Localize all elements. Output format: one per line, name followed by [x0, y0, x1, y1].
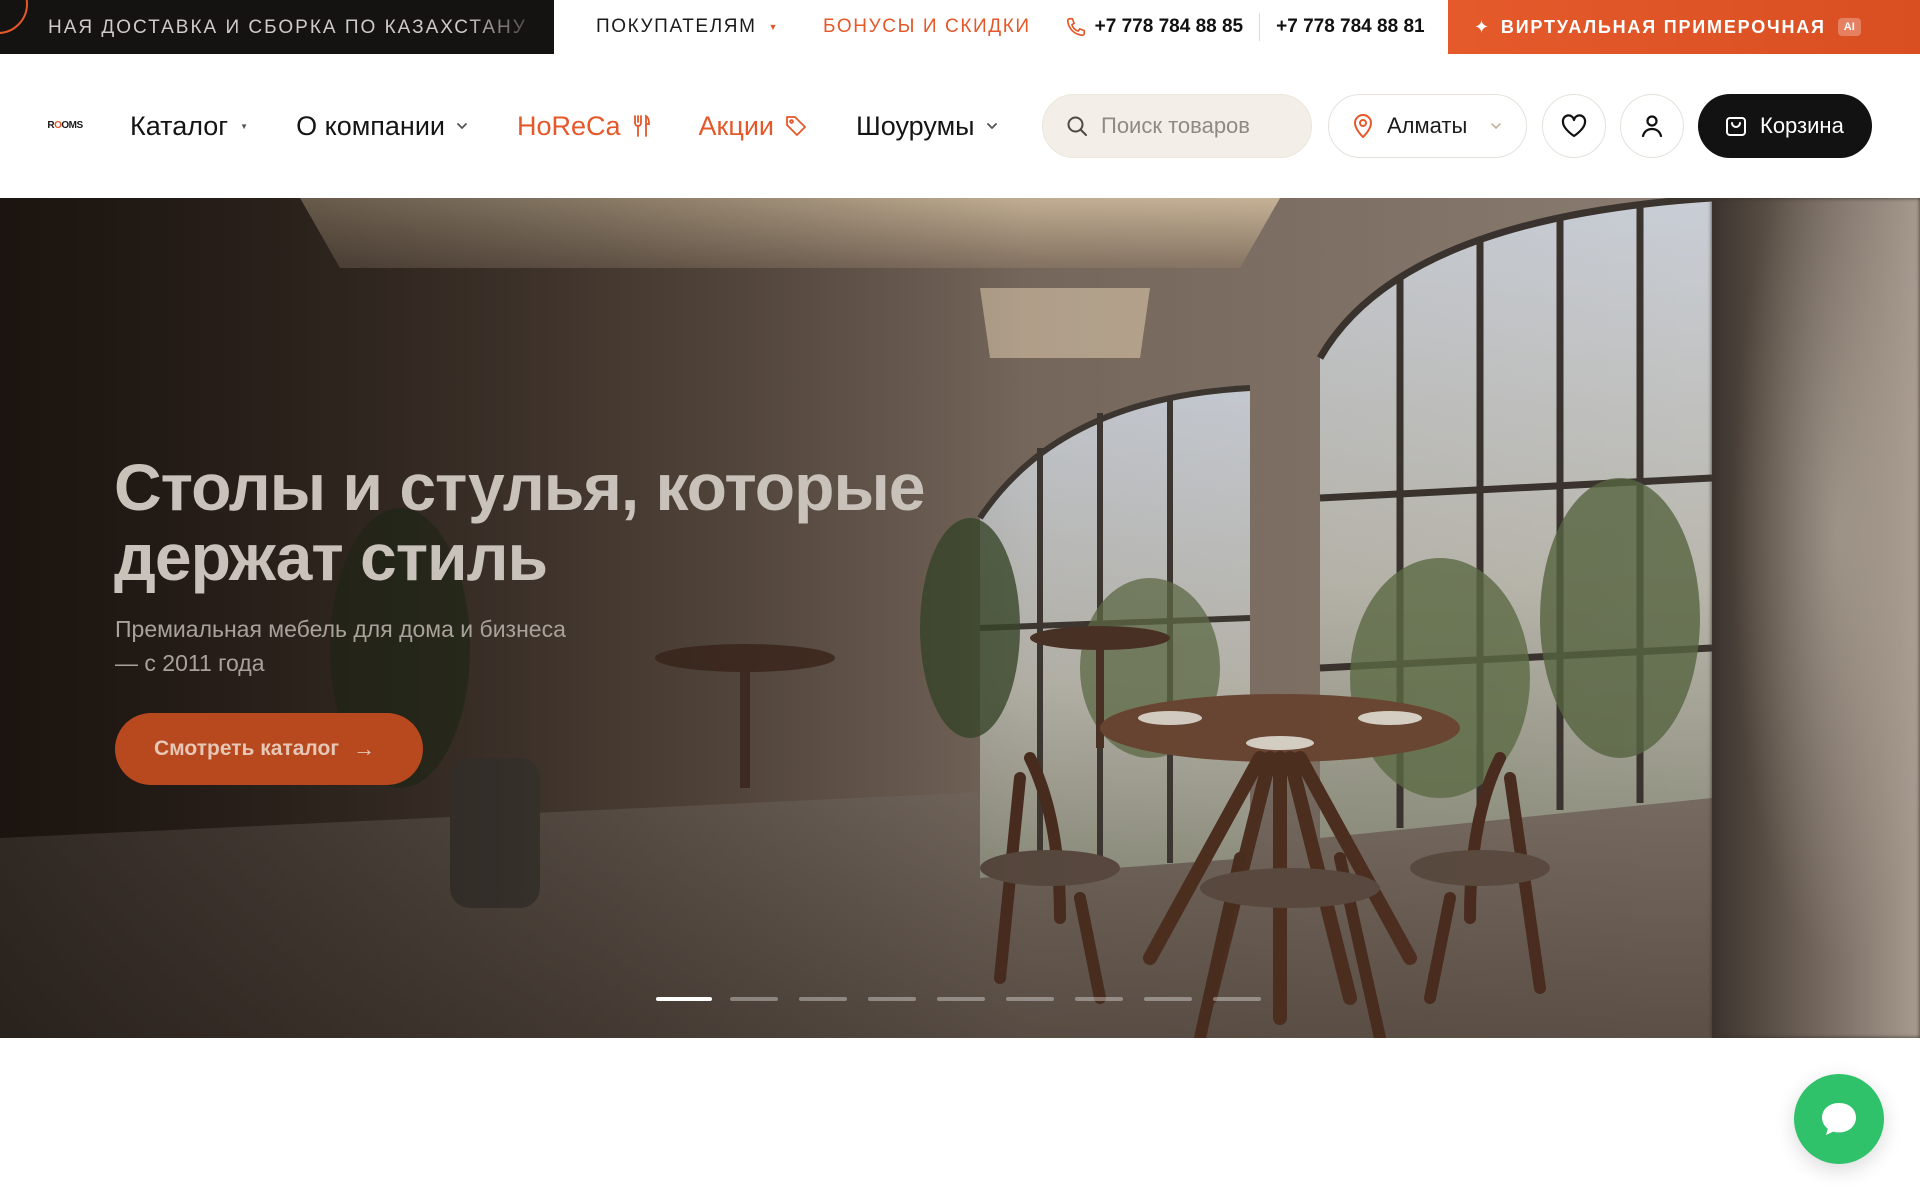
chevron-down-icon [986, 123, 997, 130]
nav-sales-label: Акции [698, 110, 774, 141]
slide-indicator[interactable] [730, 997, 778, 1001]
ai-badge: AI [1837, 18, 1861, 36]
nav-catalog[interactable]: Каталог ▼ [130, 111, 248, 142]
marquee-text: НАЯ ДОСТАВКА И СБОРКА ПО КАЗАХСТАНУ [48, 17, 527, 38]
slide-indicator[interactable] [1006, 997, 1054, 1001]
chevron-down-icon [457, 123, 467, 130]
search-input[interactable] [1101, 113, 1281, 139]
slide-indicator[interactable] [937, 997, 985, 1001]
tag-icon [786, 116, 806, 136]
nav-showrooms-label: Шоурумы [856, 110, 975, 141]
heart-icon [1561, 114, 1587, 138]
main-nav: Каталог ▼ О компании HoReCa Акции Шоурум… [130, 54, 1047, 198]
hero-slider: Столы и стулья, которые держат стиль Пре… [0, 198, 1920, 1038]
chat-bubble-icon [1822, 1103, 1856, 1135]
buyers-menu-label: ПОКУПАТЕЛЯМ [596, 16, 757, 37]
nav-sales[interactable]: Акции [699, 111, 808, 142]
view-catalog-button[interactable]: Смотреть каталог → [115, 713, 423, 785]
fork-knife-icon [633, 114, 650, 137]
search-icon [1067, 116, 1087, 136]
marquee-fade [464, 0, 554, 54]
phone-number-1[interactable]: +7 778 784 88 85 [1095, 16, 1243, 38]
nav-horeca-label: HoReCa [517, 110, 621, 141]
hero-title: Столы и стулья, которые держат стиль [114, 452, 974, 592]
cart-label: Корзина [1760, 113, 1844, 138]
virtual-fitting-label: ВИРТУАЛЬНАЯ ПРИМЕРОЧНАЯ [1500, 16, 1826, 37]
slide-indicator[interactable] [1144, 997, 1192, 1001]
marquee-decor-circle [0, 0, 28, 34]
nav-about-label: О компании [296, 110, 445, 141]
location-pin-icon [1354, 114, 1372, 138]
phone-divider [1259, 13, 1261, 41]
delivery-marquee: НАЯ ДОСТАВКА И СБОРКА ПО КАЗАХСТАНУ [0, 0, 554, 54]
hero-subtitle-line-2: — с 2011 года [115, 650, 265, 676]
hero-title-line-2: держат стиль [114, 520, 548, 594]
dropdown-dot-icon: ▼ [240, 121, 249, 131]
chat-button[interactable] [1794, 1074, 1884, 1164]
top-links: ПОКУПАТЕЛЯМ ▼ БОНУСЫ И СКИДКИ +7 778 784… [554, 0, 1448, 54]
nav-horeca[interactable]: HoReCa [517, 111, 651, 142]
slide-indicator[interactable] [656, 997, 712, 1001]
phone-number-2[interactable]: +7 778 784 88 81 [1276, 16, 1424, 38]
slide-indicator[interactable] [799, 997, 847, 1001]
search-box[interactable] [1042, 94, 1312, 158]
buyers-menu[interactable]: ПОКУПАТЕЛЯМ ▼ [596, 16, 779, 38]
bonuses-link[interactable]: БОНУСЫ И СКИДКИ [823, 16, 1031, 38]
main-header: ROOMS Каталог ▼ О компании HoReCa Акции … [0, 54, 1920, 198]
sparkle-icon: ✦ [1474, 16, 1491, 37]
nav-catalog-label: Каталог [130, 110, 229, 141]
favorites-button[interactable] [1542, 94, 1606, 158]
city-selector[interactable]: Алматы [1328, 94, 1527, 158]
shopping-bag-icon [1726, 117, 1746, 136]
arrow-right-icon: → [353, 736, 376, 761]
logo-text: ROOMS [47, 119, 83, 131]
view-catalog-label: Смотреть каталог [154, 737, 340, 760]
next-slide-peek[interactable] [1712, 198, 1920, 1038]
slider-pagination [656, 997, 1282, 1001]
phones: +7 778 784 88 85 +7 778 784 88 81 [1065, 13, 1425, 41]
hero-title-line-1: Столы и стулья, которые [114, 450, 926, 524]
chevron-down-icon [1491, 123, 1502, 130]
hero-subtitle: Премиальная мебель для дома и бизнеса — … [115, 612, 635, 680]
nav-showrooms[interactable]: Шоурумы [856, 111, 999, 142]
phone-icon [1066, 17, 1085, 37]
city-label: Алматы [1387, 113, 1468, 138]
slide-indicator[interactable] [868, 997, 916, 1001]
slide-indicator[interactable] [1075, 997, 1123, 1001]
cart-button[interactable]: Корзина [1698, 94, 1872, 158]
account-button[interactable] [1620, 94, 1684, 158]
slide-indicator[interactable] [1213, 997, 1261, 1001]
virtual-fitting-button[interactable]: ✦ ВИРТУАЛЬНАЯ ПРИМЕРОЧНАЯ AI [1448, 0, 1920, 54]
top-bar: НАЯ ДОСТАВКА И СБОРКА ПО КАЗАХСТАНУ ПОКУ… [0, 0, 1920, 54]
user-icon [1641, 115, 1663, 138]
hero-subtitle-line-1: Премиальная мебель для дома и бизнеса [115, 616, 566, 642]
dropdown-triangle-icon: ▼ [768, 22, 780, 32]
nav-about[interactable]: О компании [296, 111, 469, 142]
site-logo[interactable]: ROOMS [46, 118, 84, 132]
